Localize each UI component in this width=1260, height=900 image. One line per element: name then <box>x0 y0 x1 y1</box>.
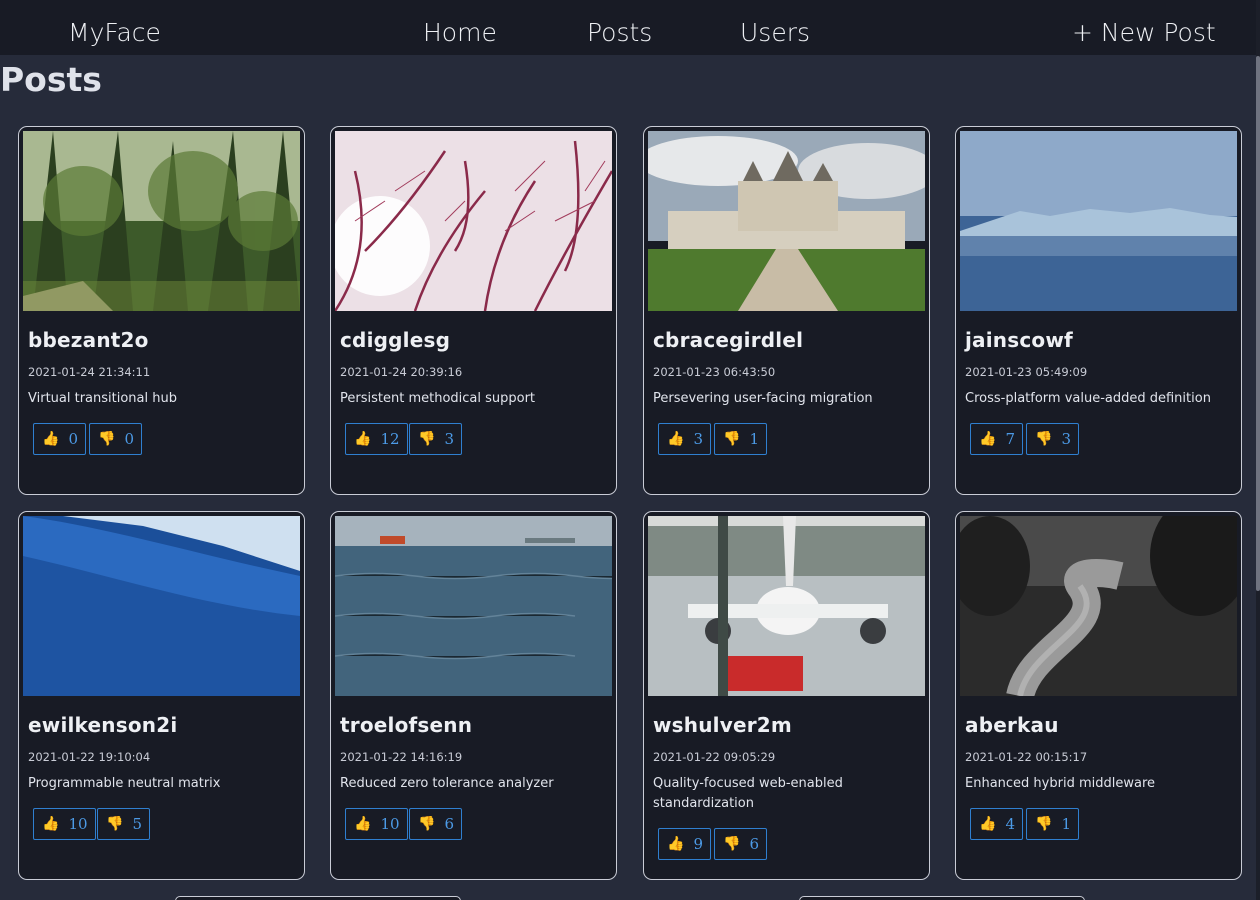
post-date: 2021-01-22 19:10:04 <box>28 750 151 764</box>
like-button[interactable]: 👍 4 <box>970 808 1023 840</box>
post-card: jainscowf 2021-01-23 05:49:09 Cross-plat… <box>955 126 1242 495</box>
page-title: Posts <box>0 60 102 99</box>
like-count: 7 <box>1005 430 1015 448</box>
dislike-button[interactable]: 👎 3 <box>409 423 462 455</box>
post-image <box>23 516 300 696</box>
thumbs-down-icon: 👎 <box>723 836 741 852</box>
dislike-count: 3 <box>1061 430 1071 448</box>
scroll-thumb[interactable] <box>1256 56 1260 591</box>
post-date: 2021-01-23 05:49:09 <box>965 365 1088 379</box>
like-count: 3 <box>693 430 703 448</box>
thumbs-down-icon: 👎 <box>723 431 741 447</box>
thumbs-up-icon: 👍 <box>979 431 997 447</box>
post-date: 2021-01-22 14:16:19 <box>340 750 463 764</box>
thumbs-up-icon: 👍 <box>42 816 60 832</box>
dislike-button[interactable]: 👎 6 <box>409 808 462 840</box>
post-author[interactable]: troelofsenn <box>340 711 472 739</box>
post-image <box>648 516 925 696</box>
like-button[interactable]: 👍 3 <box>658 423 711 455</box>
dislike-button[interactable]: 👎 1 <box>714 423 767 455</box>
dislike-count: 5 <box>132 815 142 833</box>
post-card-partial <box>175 896 461 900</box>
post-message: Cross-platform value-added definition <box>965 391 1211 406</box>
thumbs-down-icon: 👎 <box>1035 431 1053 447</box>
post-date: 2021-01-24 21:34:11 <box>28 365 151 379</box>
nav-home-link[interactable]: Home <box>423 14 497 52</box>
thumbs-down-icon: 👎 <box>418 816 436 832</box>
thumbs-down-icon: 👎 <box>98 431 116 447</box>
dislike-button[interactable]: 👎 0 <box>89 423 142 455</box>
like-count: 10 <box>380 815 400 833</box>
post-author[interactable]: bbezant2o <box>28 326 149 354</box>
post-card: bbezant2o 2021-01-24 21:34:11 Virtual tr… <box>18 126 305 495</box>
dislike-count: 6 <box>444 815 454 833</box>
post-image <box>960 131 1237 311</box>
dislike-button[interactable]: 👎 1 <box>1026 808 1079 840</box>
nav-users-link[interactable]: Users <box>740 14 810 52</box>
dislike-count: 1 <box>1061 815 1071 833</box>
thumbs-down-icon: 👎 <box>418 431 436 447</box>
dislike-count: 3 <box>444 430 454 448</box>
post-author[interactable]: jainscowf <box>965 326 1073 354</box>
post-message: Virtual transitional hub <box>28 391 177 406</box>
post-date: 2021-01-23 06:43:50 <box>653 365 776 379</box>
post-date: 2021-01-24 20:39:16 <box>340 365 463 379</box>
post-card: wshulver2m 2021-01-22 09:05:29 Quality-f… <box>643 511 930 880</box>
post-date: 2021-01-22 00:15:17 <box>965 750 1088 764</box>
post-image <box>960 516 1237 696</box>
thumbs-up-icon: 👍 <box>667 836 685 852</box>
post-card: cbracegirdlel 2021-01-23 06:43:50 Persev… <box>643 126 930 495</box>
post-author[interactable]: ewilkenson2i <box>28 711 177 739</box>
post-author[interactable]: cdigglesg <box>340 326 450 354</box>
brand-link[interactable]: MyFace <box>68 14 161 52</box>
post-image <box>335 516 612 696</box>
post-message: Persistent methodical support <box>340 391 536 406</box>
thumbs-up-icon: 👍 <box>667 431 685 447</box>
dislike-button[interactable]: 👎 5 <box>97 808 150 840</box>
like-count: 10 <box>68 815 88 833</box>
like-count: 12 <box>380 430 400 448</box>
post-image <box>335 131 612 311</box>
like-button[interactable]: 👍 12 <box>345 423 408 455</box>
dislike-count: 1 <box>749 430 759 448</box>
post-author[interactable]: cbracegirdlel <box>653 326 803 354</box>
post-image <box>648 131 925 311</box>
post-card-partial <box>799 896 1085 900</box>
post-message: Quality-focused web-enabled standardizat… <box>653 776 843 811</box>
nav-posts-link[interactable]: Posts <box>587 14 652 52</box>
post-date: 2021-01-22 09:05:29 <box>653 750 776 764</box>
thumbs-up-icon: 👍 <box>979 816 997 832</box>
like-button[interactable]: 👍 0 <box>33 423 86 455</box>
like-count: 9 <box>693 835 703 853</box>
navbar: MyFace Home Posts Users + New Post <box>0 0 1256 55</box>
post-card: cdigglesg 2021-01-24 20:39:16 Persistent… <box>330 126 617 495</box>
post-message: Programmable neutral matrix <box>28 776 221 791</box>
new-post-link[interactable]: + New Post <box>1072 14 1216 52</box>
thumbs-down-icon: 👎 <box>106 816 124 832</box>
post-card: ewilkenson2i 2021-01-22 19:10:04 Program… <box>18 511 305 880</box>
dislike-count: 6 <box>749 835 759 853</box>
like-button[interactable]: 👍 10 <box>345 808 408 840</box>
like-count: 4 <box>1005 815 1015 833</box>
post-card: aberkau 2021-01-22 00:15:17 Enhanced hyb… <box>955 511 1242 880</box>
like-button[interactable]: 👍 10 <box>33 808 96 840</box>
thumbs-up-icon: 👍 <box>354 816 372 832</box>
post-image <box>23 131 300 311</box>
like-count: 0 <box>68 430 78 448</box>
post-card: troelofsenn 2021-01-22 14:16:19 Reduced … <box>330 511 617 880</box>
post-message: Reduced zero tolerance analyzer <box>340 776 554 791</box>
post-message: Persevering user-facing migration <box>653 391 873 406</box>
post-message: Enhanced hybrid middleware <box>965 776 1155 791</box>
dislike-button[interactable]: 👎 3 <box>1026 423 1079 455</box>
thumbs-down-icon: 👎 <box>1035 816 1053 832</box>
post-author[interactable]: wshulver2m <box>653 711 792 739</box>
thumbs-up-icon: 👍 <box>42 431 60 447</box>
dislike-button[interactable]: 👎 6 <box>714 828 767 860</box>
like-button[interactable]: 👍 7 <box>970 423 1023 455</box>
like-button[interactable]: 👍 9 <box>658 828 711 860</box>
post-author[interactable]: aberkau <box>965 711 1059 739</box>
scrollbar[interactable] <box>1256 0 1260 900</box>
dislike-count: 0 <box>124 430 134 448</box>
thumbs-up-icon: 👍 <box>354 431 372 447</box>
